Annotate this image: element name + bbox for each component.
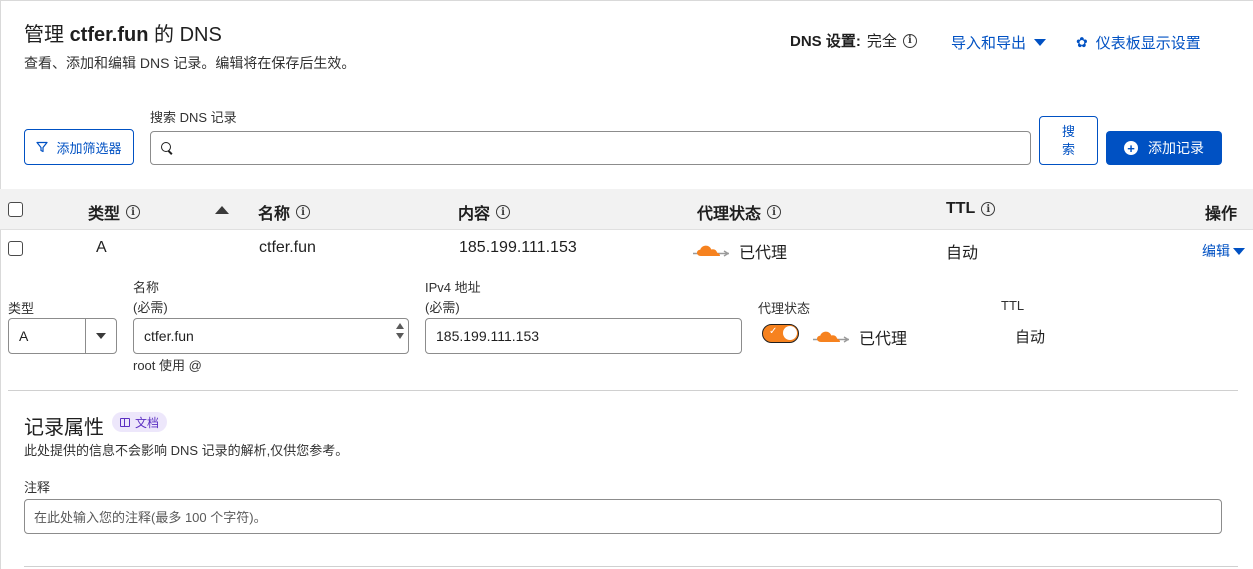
page-subtitle: 查看、添加和编辑 DNS 记录。编辑将在保存后生效。: [24, 55, 356, 71]
chevron-down-icon: [85, 319, 116, 353]
chevron-down-icon: [1233, 247, 1245, 255]
column-ttl-label: TTL: [946, 200, 976, 217]
column-ttl[interactable]: TTL i: [946, 200, 996, 218]
filter-icon: [36, 141, 49, 153]
info-icon[interactable]: i: [902, 33, 917, 48]
row-ttl: 自动: [946, 245, 979, 262]
page-frame: [0, 0, 1253, 569]
name-field-label: 名称: [133, 280, 160, 295]
row-proxy: 已代理: [693, 239, 787, 263]
column-actions-label: 操作: [1205, 206, 1238, 223]
proxy-status: 已代理: [813, 325, 907, 349]
row-checkbox[interactable]: [8, 241, 23, 256]
ipv4-input[interactable]: 185.199.111.153: [425, 318, 742, 354]
add-filter-button[interactable]: 添加筛选器: [24, 129, 134, 165]
proxy-field-label: 代理状态: [758, 301, 811, 316]
search-button-label-1: 搜: [1061, 123, 1075, 139]
divider: [8, 390, 1238, 391]
import-export-label: 导入和导出: [951, 35, 1027, 52]
row-name: ctfer.fun: [259, 239, 316, 256]
ttl-field-label: TTL: [1001, 298, 1025, 313]
edit-label: 编辑: [1202, 243, 1230, 259]
name-required-label: (必需): [133, 300, 168, 315]
dns-setting-value: 完全: [866, 33, 897, 50]
column-actions: 操作: [1205, 200, 1237, 224]
ipv4-input-value: 185.199.111.153: [436, 328, 540, 344]
dns-setting-label: DNS 设置:: [790, 33, 861, 50]
checkmark-icon: ✓: [769, 326, 778, 337]
dashboard-settings-label: 仪表板显示设置: [1095, 35, 1201, 52]
info-icon[interactable]: i: [767, 205, 782, 219]
info-icon[interactable]: i: [296, 205, 311, 219]
sort-ascending-icon[interactable]: [215, 206, 229, 214]
add-filter-label: 添加筛选器: [56, 140, 122, 156]
add-record-button[interactable]: + 添加记录: [1106, 131, 1222, 165]
column-proxy[interactable]: 代理状态 i: [697, 200, 782, 224]
info-icon[interactable]: i: [126, 205, 141, 219]
add-record-label: 添加记录: [1148, 140, 1204, 156]
column-type[interactable]: 类型 i: [88, 200, 141, 224]
ttl-value: 自动: [1015, 329, 1046, 346]
note-label: 注释: [24, 480, 51, 495]
name-input-value: ctfer.fun: [144, 328, 194, 344]
page-title: 管理 ctfer.fun 的 DNS: [24, 24, 222, 46]
column-type-label: 类型: [88, 206, 121, 223]
section-title: 记录属性: [24, 417, 104, 439]
name-hint: root 使用 @: [133, 358, 202, 373]
search-input[interactable]: [150, 131, 1031, 165]
toggle-knob: [783, 326, 797, 340]
import-export-dropdown[interactable]: 导入和导出: [951, 32, 1047, 53]
info-icon[interactable]: i: [496, 205, 511, 219]
proxied-cloud-icon: [813, 331, 849, 343]
dashboard-settings-link[interactable]: ✿ 仪表板显示设置: [1076, 32, 1201, 53]
column-name-label: 名称: [258, 206, 291, 223]
row-proxy-label: 已代理: [739, 245, 788, 262]
proxied-cloud-icon: [693, 245, 729, 257]
column-content-label: 内容: [458, 206, 491, 223]
gear-icon: ✿: [1076, 34, 1088, 50]
plus-circle-icon: +: [1124, 141, 1138, 155]
type-field-label: 类型: [8, 301, 35, 316]
ipv4-field-label: IPv4 地址: [425, 280, 481, 295]
search-button-label-2: 索: [1061, 141, 1075, 157]
row-type: A: [96, 239, 107, 256]
column-name[interactable]: 名称 i: [258, 200, 311, 224]
row-content: 185.199.111.153: [459, 239, 577, 256]
docs-label: 文档: [135, 415, 160, 430]
search-label: 搜索 DNS 记录: [150, 110, 237, 125]
search-button[interactable]: 搜 索: [1039, 116, 1098, 165]
column-proxy-label: 代理状态: [697, 206, 762, 223]
note-placeholder: 在此处输入您的注释(最多 100 个字符)。: [34, 510, 267, 525]
section-description: 此处提供的信息不会影响 DNS 记录的解析,仅供您参考。: [24, 443, 349, 458]
book-icon: [120, 417, 130, 427]
name-input[interactable]: ctfer.fun: [133, 318, 409, 354]
chevron-down-icon: [1034, 39, 1047, 46]
divider: [24, 566, 1238, 567]
column-content[interactable]: 内容 i: [458, 200, 511, 224]
proxy-toggle[interactable]: ✓: [762, 324, 799, 343]
type-select-value: A: [19, 328, 29, 344]
dns-setting: DNS 设置: 完全 i: [790, 30, 917, 51]
note-input[interactable]: 在此处输入您的注释(最多 100 个字符)。: [24, 499, 1222, 534]
select-all-checkbox[interactable]: [8, 202, 23, 217]
ipv4-required-label: (必需): [425, 300, 460, 315]
info-icon[interactable]: i: [981, 202, 996, 216]
stepper-icon[interactable]: [396, 323, 404, 339]
table-header: 类型 i 名称 i 内容 i 代理状态 i TTL i 操作: [0, 189, 1253, 230]
docs-link[interactable]: 文档: [112, 412, 168, 432]
proxy-status-label: 已代理: [859, 331, 908, 348]
type-select[interactable]: A: [8, 318, 117, 354]
edit-button[interactable]: 编辑: [1202, 241, 1245, 261]
table-row[interactable]: A ctfer.fun 185.199.111.153 已代理 自动 编辑: [0, 230, 1253, 268]
search-icon: [161, 142, 173, 154]
